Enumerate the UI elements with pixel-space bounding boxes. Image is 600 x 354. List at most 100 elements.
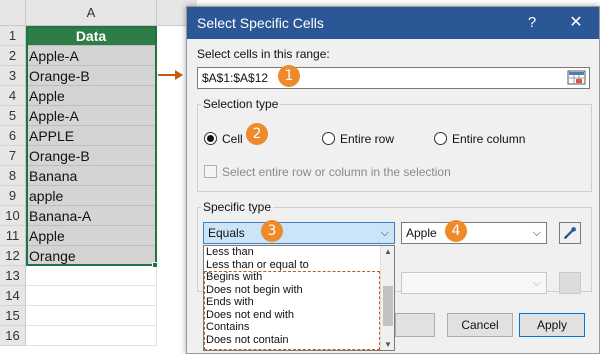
value-combo-2[interactable]: ⌵ <box>401 272 547 294</box>
cancel-button[interactable]: Cancel <box>447 313 513 337</box>
list-item[interactable]: Begins with <box>204 271 394 284</box>
scrollbar-thumb[interactable] <box>383 286 393 326</box>
data-cell[interactable]: apple <box>26 186 157 206</box>
list-item[interactable]: Less than or equal to <box>204 259 394 272</box>
row-number[interactable]: 1 <box>0 26 26 46</box>
table-row: 13 <box>0 266 200 286</box>
table-row: 7 Orange-B <box>0 146 200 166</box>
row-number[interactable]: 3 <box>0 66 26 86</box>
value-combo-value: Apple <box>406 226 437 240</box>
value-combo[interactable]: Apple ⌵ <box>401 222 547 244</box>
radio-cell[interactable] <box>204 132 217 145</box>
specific-type-title: Specific type <box>201 200 274 214</box>
empty-cell[interactable] <box>26 326 157 346</box>
list-item[interactable]: Ends with <box>204 296 394 309</box>
list-item[interactable]: Does not end with <box>204 309 394 322</box>
list-item[interactable]: Contains <box>204 321 394 334</box>
table-row: 11 Apple <box>0 226 200 246</box>
dialog-title: Select Specific Cells <box>197 15 324 31</box>
scroll-down-icon[interactable]: ▼ <box>384 340 392 349</box>
eyedropper-icon[interactable] <box>559 222 581 244</box>
operator-select-value: Equals <box>208 226 245 240</box>
entire-row-column-checkbox[interactable] <box>204 165 217 178</box>
row-number[interactable]: 10 <box>0 206 26 226</box>
data-cell[interactable]: Orange-B <box>26 66 157 86</box>
table-row: 14 <box>0 286 200 306</box>
empty-cell[interactable] <box>26 266 157 286</box>
table-row: 12 Orange <box>0 246 200 266</box>
dropdown-scrollbar[interactable]: ▲ ▼ <box>380 246 394 350</box>
row-number[interactable]: 13 <box>0 266 26 286</box>
list-item[interactable]: Does not begin with <box>204 284 394 297</box>
data-cell[interactable]: Apple-A <box>26 46 157 66</box>
step-badge-1: 1 <box>278 65 300 87</box>
radio-cell-label[interactable]: Cell <box>222 132 243 146</box>
table-row: 15 <box>0 306 200 326</box>
empty-cell[interactable] <box>26 286 157 306</box>
row-number[interactable]: 2 <box>0 46 26 66</box>
color-picker-disabled[interactable] <box>559 272 581 294</box>
table-row: 3 Orange-B <box>0 66 200 86</box>
range-input[interactable]: $A$1:$A$12 <box>197 67 590 89</box>
radio-entire-row[interactable] <box>322 132 335 145</box>
data-cell[interactable]: Banana-A <box>26 206 157 226</box>
table-row: 16 <box>0 326 200 346</box>
table-row: 8 Banana <box>0 166 200 186</box>
operator-dropdown-list[interactable]: Less than Less than or equal to Begins w… <box>203 245 395 351</box>
step-badge-4: 4 <box>445 220 467 242</box>
data-cell[interactable]: Apple <box>26 86 157 106</box>
scroll-up-icon[interactable]: ▲ <box>384 247 392 256</box>
callout-arrow-head <box>175 70 183 80</box>
ok-button[interactable] <box>395 313 435 337</box>
table-row: 4 Apple <box>0 86 200 106</box>
row-number[interactable]: 16 <box>0 326 26 346</box>
range-select-icon[interactable] <box>567 69 587 87</box>
data-cell[interactable]: Orange <box>26 246 157 266</box>
chevron-down-icon: ⌵ <box>532 277 541 289</box>
data-cell[interactable]: Banana <box>26 166 157 186</box>
step-badge-3: 3 <box>261 220 283 242</box>
data-cell[interactable]: Apple <box>26 226 157 246</box>
radio-entire-column-label[interactable]: Entire column <box>452 132 525 146</box>
row-number[interactable]: 15 <box>0 306 26 326</box>
help-button[interactable]: ? <box>517 7 547 39</box>
table-row: 10 Banana-A <box>0 206 200 226</box>
data-cell[interactable]: Apple-A <box>26 106 157 126</box>
row-number[interactable]: 14 <box>0 286 26 306</box>
close-button[interactable]: ✕ <box>561 7 591 39</box>
row-number[interactable]: 5 <box>0 106 26 126</box>
chevron-down-icon: ⌵ <box>532 227 541 239</box>
data-cell[interactable]: APPLE <box>26 126 157 146</box>
apply-button[interactable]: Apply <box>519 313 585 337</box>
entire-row-column-label: Select entire row or column in the selec… <box>222 165 451 179</box>
selection-type-title: Selection type <box>201 97 281 111</box>
row-number[interactable]: 12 <box>0 246 26 266</box>
radio-entire-column[interactable] <box>434 132 447 145</box>
row-number[interactable]: 6 <box>0 126 26 146</box>
row-number[interactable]: 8 <box>0 166 26 186</box>
row-number[interactable]: 11 <box>0 226 26 246</box>
data-cell[interactable]: Orange-B <box>26 146 157 166</box>
column-header-a[interactable]: A <box>26 0 157 26</box>
dialog-titlebar[interactable]: Select Specific Cells ? ✕ <box>187 7 599 39</box>
fill-handle[interactable] <box>152 262 158 268</box>
operator-select[interactable]: Equals ⌵ <box>203 222 395 244</box>
empty-cell[interactable] <box>26 306 157 326</box>
table-row: 9 apple <box>0 186 200 206</box>
select-all-corner[interactable] <box>0 0 26 26</box>
chevron-down-icon: ⌵ <box>380 227 389 239</box>
range-input-value: $A$1:$A$12 <box>202 71 269 85</box>
cell-header[interactable]: Data <box>26 26 157 46</box>
list-item[interactable]: Does not contain <box>204 334 394 347</box>
range-label: Select cells in this range: <box>197 47 330 61</box>
radio-entire-row-label[interactable]: Entire row <box>340 132 394 146</box>
table-row: 5 Apple-A <box>0 106 200 126</box>
select-specific-cells-dialog: Select Specific Cells ? ✕ Select cells i… <box>186 6 600 354</box>
row-number[interactable]: 4 <box>0 86 26 106</box>
callout-arrow-line <box>158 74 176 76</box>
step-badge-2: 2 <box>246 123 268 145</box>
row-number[interactable]: 7 <box>0 146 26 166</box>
row-number[interactable]: 9 <box>0 186 26 206</box>
list-item[interactable]: Less than <box>204 246 394 259</box>
table-row: 1 Data <box>0 26 200 46</box>
